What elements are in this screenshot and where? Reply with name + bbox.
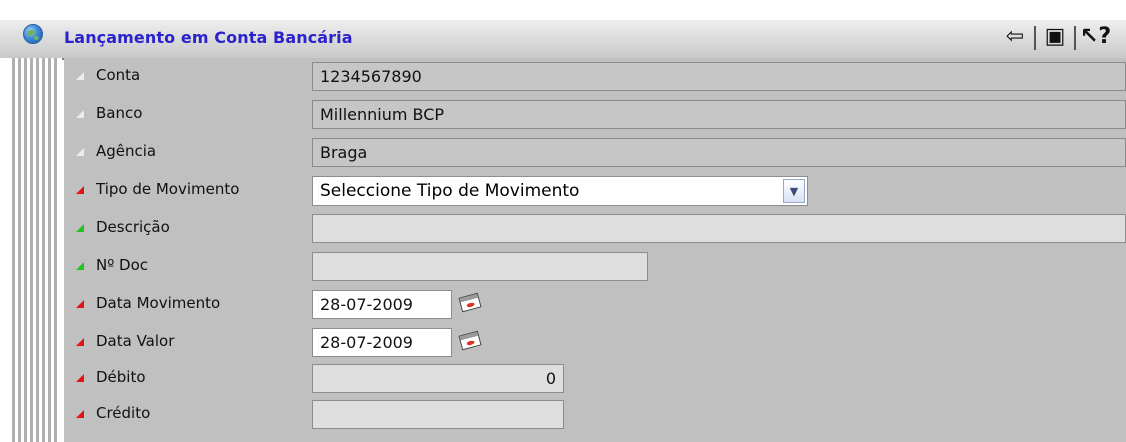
required-marker-icon xyxy=(76,186,84,194)
calendar-icon[interactable] xyxy=(456,330,482,352)
descricao-input[interactable] xyxy=(312,214,1126,243)
required-marker-icon xyxy=(76,338,84,346)
banco-label: Banco xyxy=(96,104,143,122)
conta-label: Conta xyxy=(96,66,141,84)
tipo-movimento-select[interactable]: Seleccione Tipo de Movimento ▼ xyxy=(312,176,808,206)
credito-input[interactable] xyxy=(312,400,564,429)
descricao-label: Descrição xyxy=(96,218,170,236)
agencia-label: Agência xyxy=(96,142,157,160)
rail-line xyxy=(48,58,51,442)
rail-line xyxy=(24,58,27,442)
data-valor-input[interactable]: 28-07-2009 xyxy=(312,328,452,357)
toolbar-separator xyxy=(1074,26,1076,50)
required-marker-icon xyxy=(76,300,84,308)
title-bar: Lançamento em Conta Bancária ⇦ ▣ ↖? xyxy=(0,20,1126,60)
globe-icon xyxy=(23,24,43,44)
form-panel: Conta 1234567890 Banco Millennium BCP Ag… xyxy=(64,58,1126,442)
data-movimento-label: Data Movimento xyxy=(96,294,221,312)
banco-field: Millennium BCP xyxy=(312,100,1126,129)
readonly-marker-icon xyxy=(76,72,84,80)
required-marker-icon xyxy=(76,410,84,418)
rail-line xyxy=(42,58,45,442)
data-valor-label: Data Valor xyxy=(96,332,175,350)
rail-line xyxy=(36,58,39,442)
n-doc-input[interactable] xyxy=(312,252,648,281)
copy-icon[interactable]: ▣ xyxy=(1040,22,1070,52)
n-doc-label: Nº Doc xyxy=(96,256,149,274)
optional-marker-icon xyxy=(76,262,84,270)
agencia-field: Braga xyxy=(312,138,1126,167)
window-title: Lançamento em Conta Bancária xyxy=(64,28,353,47)
rail-line xyxy=(30,58,33,442)
data-movimento-input[interactable]: 28-07-2009 xyxy=(312,290,452,319)
help-pointer-icon[interactable]: ↖? xyxy=(1080,22,1111,52)
left-rails xyxy=(0,58,62,442)
chevron-down-icon[interactable]: ▼ xyxy=(783,179,805,203)
debito-input[interactable]: 0 xyxy=(312,364,564,393)
calendar-icon[interactable] xyxy=(456,292,482,314)
credito-label: Crédito xyxy=(96,404,151,422)
toolbar: ⇦ ▣ ↖? xyxy=(1000,22,1126,54)
required-marker-icon xyxy=(76,374,84,382)
debito-label: Débito xyxy=(96,368,146,386)
rail-line xyxy=(54,58,57,442)
tipo-movimento-selected: Seleccione Tipo de Movimento xyxy=(320,181,580,201)
readonly-marker-icon xyxy=(76,148,84,156)
back-arrow-icon[interactable]: ⇦ xyxy=(1000,22,1030,52)
rail-line xyxy=(12,58,15,442)
optional-marker-icon xyxy=(76,224,84,232)
readonly-marker-icon xyxy=(76,110,84,118)
tipo-movimento-label: Tipo de Movimento xyxy=(96,180,240,198)
conta-field: 1234567890 xyxy=(312,62,1126,91)
toolbar-separator xyxy=(1034,26,1036,50)
rail-line xyxy=(18,58,21,442)
